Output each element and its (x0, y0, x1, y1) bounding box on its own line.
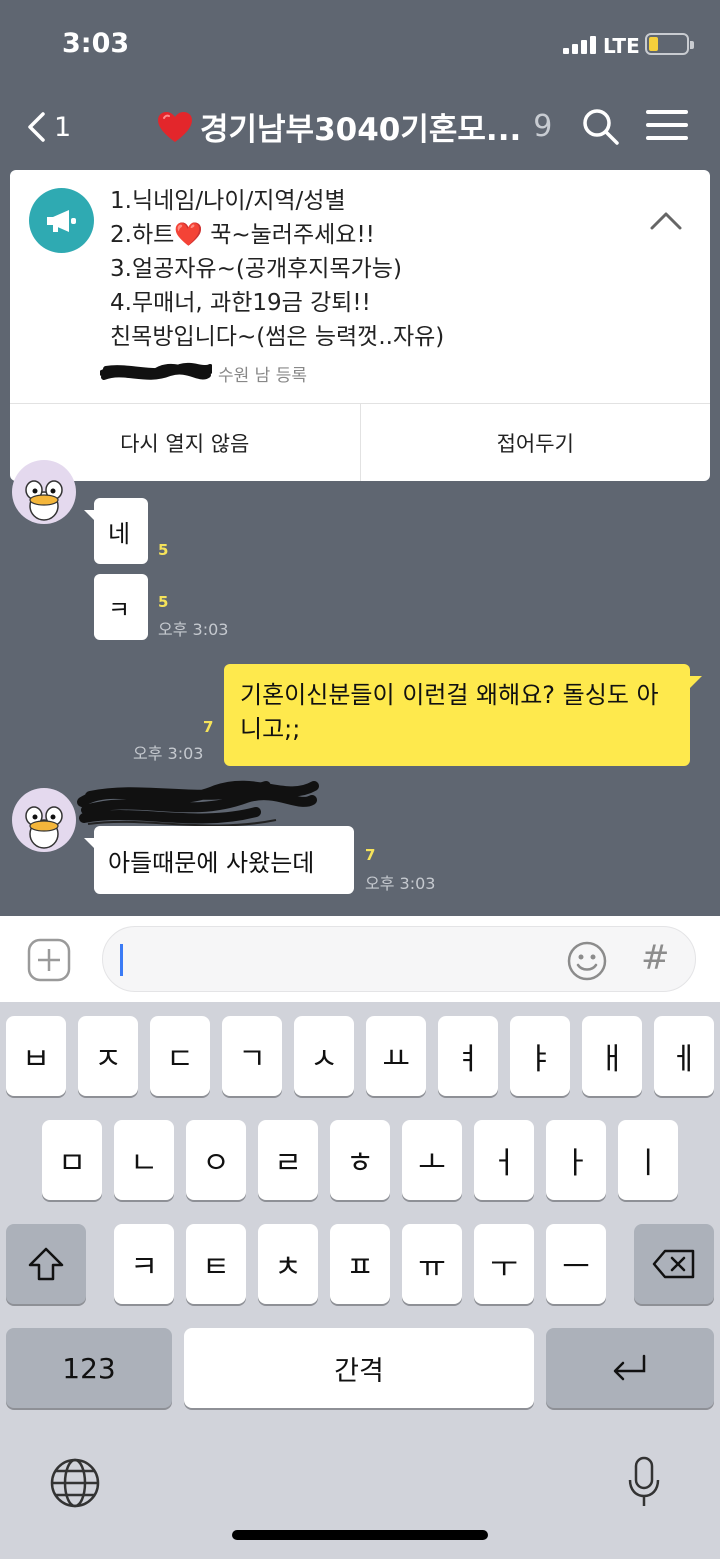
redaction-scribble (100, 362, 212, 380)
key[interactable]: ㅇ (186, 1120, 246, 1200)
duck-character-icon (25, 806, 63, 849)
text-caret (120, 944, 123, 976)
collapse-notice-button[interactable]: 접어두기 (361, 404, 711, 481)
message-bubble[interactable]: ㅋ (94, 574, 148, 640)
backspace-key[interactable] (634, 1224, 714, 1304)
key[interactable]: ㅂ (6, 1016, 66, 1096)
signal-icon (563, 36, 597, 54)
hashtag-icon[interactable]: # (641, 938, 675, 980)
microphone-icon[interactable] (626, 1456, 662, 1510)
key[interactable]: ㅊ (258, 1224, 318, 1304)
notice-line: 1.닉네임/나이/지역/성별 (110, 188, 346, 214)
backspace-icon (652, 1249, 695, 1279)
unread-count: 5 (158, 541, 169, 559)
return-icon (613, 1354, 646, 1381)
key[interactable]: ㄱ (222, 1016, 282, 1096)
plus-icon[interactable] (27, 938, 71, 982)
globe-icon[interactable] (48, 1456, 102, 1510)
space-key[interactable]: 간격 (184, 1328, 534, 1408)
key[interactable]: ㅜ (474, 1224, 534, 1304)
unread-count: 7 (203, 718, 214, 736)
message-time: 오후 3:03 (158, 620, 229, 639)
key[interactable]: ㅏ (546, 1120, 606, 1200)
notice-line: 4.무매너, 과한19금 강퇴!! (110, 290, 371, 316)
message-bubble[interactable]: 아들때문에 사왔는데 (84, 826, 354, 894)
key[interactable]: ㅅ (294, 1016, 354, 1096)
shift-key[interactable] (6, 1224, 86, 1304)
key[interactable]: ㅔ (654, 1016, 714, 1096)
chevron-up-icon[interactable] (648, 208, 684, 232)
my-message-bubble[interactable]: 기혼이신분들이 이런걸 왜해요? 돌싱도 아니고;; (224, 664, 702, 766)
status-bar: 3:03 LTE (0, 0, 720, 90)
message-input[interactable]: # (102, 926, 696, 992)
key[interactable]: ㅈ (78, 1016, 138, 1096)
megaphone-icon (29, 188, 94, 253)
message-time: 오후 3:03 (365, 874, 436, 893)
chat-room-title: 경기남부3040기혼모... (200, 112, 522, 148)
home-indicator (232, 1530, 488, 1540)
unread-count: 5 (158, 593, 169, 611)
emoji-icon[interactable] (566, 940, 608, 982)
key[interactable]: ㅕ (438, 1016, 498, 1096)
key[interactable]: ㅍ (330, 1224, 390, 1304)
notice-panel: 1.닉네임/나이/지역/성별 2.하트❤️ 꾹~눌러주세요!! 3.얼공자유~(… (10, 170, 710, 481)
shift-icon (28, 1247, 64, 1281)
member-count: 9 (533, 109, 553, 144)
notice-line: 3.얼공자유~(공개후지목가능) (110, 256, 402, 282)
numbers-key[interactable]: 123 (6, 1328, 172, 1408)
search-icon[interactable] (580, 106, 620, 146)
key[interactable]: ㅁ (42, 1120, 102, 1200)
key[interactable]: ㄷ (150, 1016, 210, 1096)
back-button[interactable]: 1 (26, 102, 86, 152)
key[interactable]: ㅌ (186, 1224, 246, 1304)
notice-line: 2.하트❤️ 꾹~눌러주세요!! (110, 222, 375, 248)
heart-icon (158, 111, 192, 142)
duck-character-icon (25, 480, 63, 521)
notice-actions: 다시 열지 않음 접어두기 (10, 403, 710, 481)
key[interactable]: ㄹ (258, 1120, 318, 1200)
network-label: LTE (603, 34, 640, 58)
notice-text: 1.닉네임/나이/지역/성별 2.하트❤️ 꾹~눌러주세요!! 3.얼공자유~(… (110, 184, 630, 354)
key[interactable]: ㅗ (402, 1120, 462, 1200)
return-key[interactable] (546, 1328, 714, 1408)
chevron-left-icon (28, 112, 45, 142)
status-time: 3:03 (62, 28, 130, 59)
message-time: 오후 3:03 (133, 744, 204, 763)
key[interactable]: ㅓ (474, 1120, 534, 1200)
key[interactable]: ㅡ (546, 1224, 606, 1304)
avatar[interactable] (12, 460, 76, 524)
message-input-bar: # (0, 916, 720, 1002)
menu-icon[interactable] (646, 110, 688, 142)
key[interactable]: ㅋ (114, 1224, 174, 1304)
key[interactable]: ㅠ (402, 1224, 462, 1304)
avatar[interactable] (12, 788, 76, 852)
notice-line: 친목방입니다~(썸은 능력껏..자유) (110, 324, 445, 350)
key[interactable]: ㄴ (114, 1120, 174, 1200)
notice-author: 수원 남 등록 (100, 358, 307, 388)
key[interactable]: ㅛ (366, 1016, 426, 1096)
notice-author-label: 수원 남 등록 (218, 365, 308, 386)
chat-header: 1 경기남부3040기혼모... 9 (0, 90, 720, 166)
key[interactable]: ㅐ (582, 1016, 642, 1096)
unread-count: 7 (365, 846, 376, 864)
key[interactable]: ㅎ (330, 1120, 390, 1200)
battery-icon (645, 33, 694, 55)
message-bubble[interactable]: 네 (84, 498, 148, 564)
chat-title[interactable]: 경기남부3040기혼모... 9 (156, 104, 556, 149)
key[interactable]: ㅣ (618, 1120, 678, 1200)
key[interactable]: ㅑ (510, 1016, 570, 1096)
unread-chats-count: 1 (54, 111, 72, 143)
